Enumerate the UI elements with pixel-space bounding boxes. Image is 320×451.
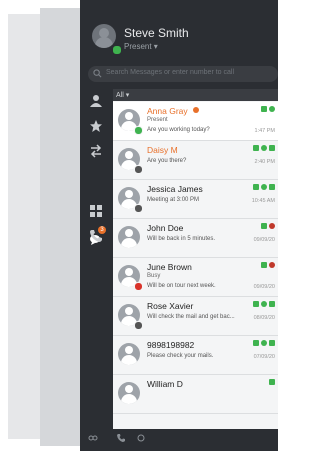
call-icon[interactable]	[269, 301, 275, 307]
apps-grid-icon[interactable]	[88, 203, 104, 219]
profile-header: Steve Smith Present ▾	[80, 0, 278, 62]
contact-name: Anna Gray	[147, 106, 188, 116]
chat-icon[interactable]	[261, 301, 267, 307]
unread-badge	[193, 107, 199, 113]
video-call-icon[interactable]	[261, 106, 267, 112]
contact-avatar	[118, 343, 140, 365]
message-time: 1:47 PM	[254, 128, 275, 134]
presence-dot	[134, 321, 143, 330]
quick-actions	[269, 379, 275, 385]
user-name: Steve Smith	[124, 26, 189, 40]
contact-row[interactable]: 9898198982 Please check your mails. 07/09/…	[113, 336, 278, 375]
video-call-icon[interactable]	[261, 262, 267, 268]
contact-name: William D	[147, 379, 183, 389]
more-options-icon[interactable]	[136, 433, 146, 443]
transfer-arrows-icon[interactable]	[88, 143, 104, 159]
last-message: Please check your mails.	[147, 353, 214, 359]
presence-indicator	[112, 45, 122, 55]
phone-icon[interactable]	[88, 228, 104, 244]
contact-row[interactable]: Jessica James Meeting at 3:00 PM 10:45 AM	[113, 180, 278, 219]
contact-status: Busy	[147, 273, 161, 279]
navigation-rail: 3	[80, 86, 112, 451]
quick-actions	[253, 340, 275, 346]
quick-actions	[253, 145, 275, 151]
message-time: 09/09/20	[253, 237, 275, 243]
voicemail-icon[interactable]	[88, 433, 98, 443]
chat-icon[interactable]	[261, 145, 267, 151]
contact-name: John Doe	[147, 223, 184, 233]
video-call-icon[interactable]	[253, 145, 259, 151]
chat-icon[interactable]	[269, 106, 275, 112]
last-message: Will be back in 5 minutes.	[147, 236, 216, 242]
search-placeholder: Search Messages or enter number to call	[106, 69, 235, 76]
chat-icon[interactable]	[261, 340, 267, 346]
filter-bar[interactable]: All ▾	[113, 89, 278, 101]
contact-avatar	[118, 382, 140, 404]
message-time: 2:40 PM	[254, 159, 275, 165]
filter-dropdown[interactable]: All ▾	[116, 91, 129, 99]
video-call-icon[interactable]	[261, 223, 267, 229]
contact-name: Jessica James	[147, 184, 203, 194]
presence-dot	[134, 165, 143, 174]
contact-name: June Brown	[147, 262, 192, 272]
last-message: Are you there?	[147, 158, 187, 164]
contact-row[interactable]: Anna Gray Present Are you working today? 1:…	[113, 102, 278, 141]
contact-name: Daisy M	[147, 145, 178, 155]
quick-actions	[253, 301, 275, 307]
contact-status: Present	[147, 117, 168, 123]
message-time: 07/09/20	[253, 354, 275, 360]
last-message: Will be on tour next week.	[147, 283, 216, 289]
video-call-icon[interactable]	[253, 301, 259, 307]
last-message: Are you working today?	[147, 127, 210, 133]
favorites-star-icon[interactable]	[88, 118, 104, 134]
bottom-toolbar	[80, 431, 278, 451]
chat-icon[interactable]	[261, 184, 267, 190]
last-message: Meeting at 3:00 PM	[147, 197, 200, 203]
chat-icon[interactable]	[269, 223, 275, 229]
chat-icon[interactable]	[269, 262, 275, 268]
quick-actions	[261, 223, 275, 229]
presence-dot	[134, 282, 143, 291]
quick-actions	[261, 262, 275, 268]
contacts-icon[interactable]	[88, 93, 104, 109]
video-call-icon[interactable]	[269, 379, 275, 385]
contact-row[interactable]: John Doe Will be back in 5 minutes. 09/09/…	[113, 219, 278, 258]
contact-name: 9898198982	[147, 340, 195, 350]
call-icon[interactable]	[269, 184, 275, 190]
video-call-icon[interactable]	[253, 340, 259, 346]
conversation-list: All ▾ Anna Gray Present Are you working to…	[113, 89, 278, 429]
search-icon	[93, 69, 102, 78]
last-message: Will check the mail and get bac...	[147, 314, 235, 320]
presence-dot	[134, 126, 143, 135]
contact-row[interactable]: Rose Xavier Will check the mail and get b…	[113, 297, 278, 336]
presence-dot	[134, 204, 143, 213]
call-icon[interactable]	[269, 145, 275, 151]
contact-row[interactable]: Daisy M Are you there? 2:40 PM	[113, 141, 278, 180]
quick-actions	[261, 106, 275, 112]
call-settings-icon[interactable]	[116, 433, 126, 443]
contact-row[interactable]: June Brown Busy Will be on tour next week.…	[113, 258, 278, 297]
app-window: Steve Smith Present ▾ Search Messages or…	[80, 0, 278, 451]
message-time: 10:45 AM	[251, 198, 275, 204]
contact-row[interactable]: William D	[113, 375, 278, 414]
message-time: 08/09/20	[253, 315, 275, 321]
contact-name: Rose Xavier	[147, 301, 194, 311]
contact-avatar	[118, 226, 140, 248]
call-icon[interactable]	[269, 340, 275, 346]
video-call-icon[interactable]	[253, 184, 259, 190]
message-time: 09/09/20	[253, 284, 275, 290]
status-selector[interactable]: Present ▾	[124, 42, 158, 51]
quick-actions	[253, 184, 275, 190]
user-avatar[interactable]	[92, 24, 116, 48]
